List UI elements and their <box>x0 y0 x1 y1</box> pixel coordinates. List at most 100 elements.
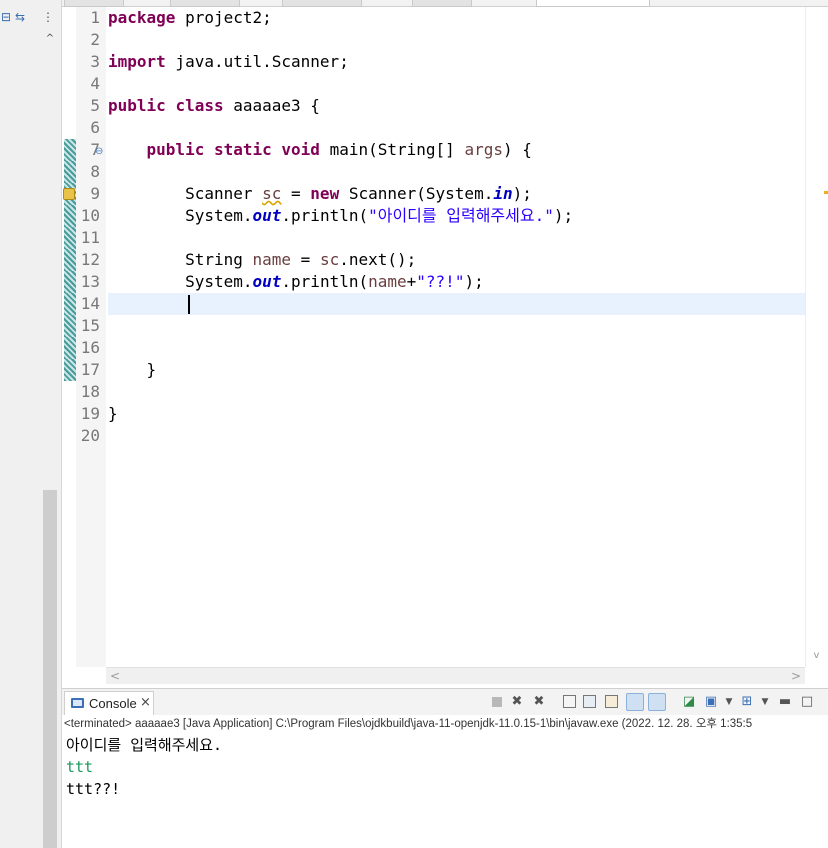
minimize-icon[interactable]: ▬ <box>776 693 794 711</box>
clear-console-icon[interactable] <box>560 693 578 711</box>
editor-tab-bar <box>62 0 828 7</box>
console-toolbar: ✖ ✖ ◪ ▣ ▼ ⊞ ▼ ▬ □ <box>488 692 828 712</box>
code-token: java.util.Scanner; <box>165 52 349 71</box>
editor-tab[interactable] <box>170 0 240 7</box>
collapse-all-icon[interactable]: ⊟ <box>1 10 11 24</box>
show-on-stdout-icon[interactable] <box>626 693 644 711</box>
scroll-down-arrow-icon[interactable]: v <box>805 650 828 667</box>
console-output-line: ttt <box>66 758 94 776</box>
open-console-icon[interactable]: ⊞ <box>738 693 756 711</box>
remove-launch-icon[interactable]: ✖ <box>508 693 526 711</box>
code-token: class <box>175 96 224 115</box>
change-marker <box>64 315 76 337</box>
line-number: 19 <box>80 404 100 423</box>
warning-icon[interactable] <box>63 188 75 200</box>
code-token: main(String[] <box>319 140 465 159</box>
editor-tab[interactable] <box>412 0 472 7</box>
line-number: 10 <box>80 206 100 225</box>
console-header: Console × ✖ ✖ ◪ ▣ ▼ ⊞ ▼ ▬ □ <box>62 689 828 715</box>
code-token: out <box>252 206 282 225</box>
code-line[interactable]: String name = sc.next(); <box>108 249 416 271</box>
display-selected-console-icon[interactable]: ▣ <box>702 693 720 711</box>
line-number: 4 <box>90 74 100 93</box>
code-token: .println( <box>281 272 369 291</box>
terminate-icon[interactable] <box>488 693 506 711</box>
code-token: out <box>252 272 282 291</box>
code-line[interactable]: import java.util.Scanner; <box>108 51 349 73</box>
code-text-area[interactable]: package project2; import java.util.Scanne… <box>106 7 805 667</box>
console-output-line: 아이디를 입력해주세요. <box>66 736 223 754</box>
line-number: 5 <box>90 96 100 115</box>
scroll-up-arrow-icon[interactable]: ^ <box>42 32 58 46</box>
code-line[interactable]: System.out.println("아이디를 입력해주세요."); <box>108 205 573 227</box>
code-token: name <box>368 272 407 291</box>
tab-console[interactable]: Console × <box>64 691 154 715</box>
code-token: } <box>108 360 157 379</box>
warning-overview-marker[interactable] <box>824 191 828 194</box>
code-token: String <box>108 250 253 269</box>
line-number: 11 <box>80 228 100 247</box>
change-marker <box>64 161 76 183</box>
code-token: args <box>464 140 503 159</box>
code-line[interactable]: public class aaaaae3 { <box>108 95 320 117</box>
change-marker <box>64 227 76 249</box>
code-token: name <box>252 250 292 269</box>
console-status-line: <terminated> aaaaae3 [Java Application] … <box>64 718 753 730</box>
line-number: 3 <box>90 52 100 71</box>
code-token: void <box>281 140 320 159</box>
editor-tab-active[interactable] <box>536 0 650 7</box>
line-number: 20 <box>80 426 100 445</box>
chevron-down-icon[interactable]: ▼ <box>756 693 774 711</box>
close-icon[interactable]: × <box>140 695 151 710</box>
code-token: sc <box>319 250 340 269</box>
overview-ruler[interactable] <box>805 7 828 667</box>
line-number: 6 <box>90 118 100 137</box>
code-token: System. <box>108 206 253 225</box>
fold-collapse-icon[interactable]: ⊖ <box>95 146 103 157</box>
change-marker <box>64 359 76 381</box>
code-token: Scanner(System. <box>339 184 494 203</box>
code-line[interactable]: Scanner sc = new Scanner(System.in); <box>108 183 532 205</box>
code-line[interactable]: package project2; <box>108 7 272 29</box>
code-token: sc <box>262 184 282 203</box>
scroll-right-arrow-icon[interactable]: > <box>791 669 801 683</box>
package-explorer-toolbar: ⊟ ⇆ ⋮ <box>0 6 60 28</box>
word-wrap-icon[interactable] <box>602 693 620 711</box>
change-marker <box>64 271 76 293</box>
line-number: 2 <box>90 30 100 49</box>
maximize-icon[interactable]: □ <box>798 693 816 711</box>
scroll-lock-icon[interactable] <box>580 693 598 711</box>
package-explorer-scrollbar[interactable]: ^ <box>42 32 58 848</box>
horizontal-scrollbar[interactable]: < > <box>106 667 805 684</box>
line-number: 14 <box>80 294 100 313</box>
scrollbar-thumb[interactable] <box>43 490 57 848</box>
change-marker <box>64 205 76 227</box>
code-token: System. <box>108 272 253 291</box>
code-line[interactable]: } <box>108 403 118 425</box>
code-token: "아이디를 입력해주세요." <box>368 206 554 225</box>
code-line[interactable]: System.out.println(name+"??!"); <box>108 271 484 293</box>
code-token: + <box>406 272 417 291</box>
view-menu-icon[interactable]: ⋮ <box>42 10 54 24</box>
console-output-line: ttt??! <box>66 780 121 798</box>
chevron-down-icon[interactable]: ▼ <box>720 693 738 711</box>
editor-tab[interactable] <box>282 0 362 7</box>
line-number: 17 <box>80 360 100 379</box>
text-caret <box>188 295 190 314</box>
remove-all-terminated-icon[interactable]: ✖ <box>530 693 548 711</box>
scroll-left-arrow-icon[interactable]: < <box>110 669 120 683</box>
show-on-stderr-icon[interactable] <box>648 693 666 711</box>
change-marker <box>64 293 76 315</box>
code-editor[interactable]: 1 2 3 4 5 6 7 8 9 10 11 12 13 14 15 16 17 18 19 20 ⊖ packag… <box>62 7 828 684</box>
line-number-gutter: 1 2 3 4 5 6 7 8 9 10 11 12 13 14 15 16 17 18 19 20 <box>76 7 106 667</box>
code-token: ); <box>553 206 574 225</box>
line-number: 13 <box>80 272 100 291</box>
code-line[interactable]: public static void main(String[] args) { <box>108 139 532 161</box>
pin-console-icon[interactable]: ◪ <box>680 693 698 711</box>
link-with-editor-icon[interactable]: ⇆ <box>15 10 25 24</box>
code-token: = <box>281 184 311 203</box>
editor-tab[interactable] <box>64 0 124 7</box>
change-marker <box>64 139 76 161</box>
code-line[interactable]: } <box>108 359 157 381</box>
